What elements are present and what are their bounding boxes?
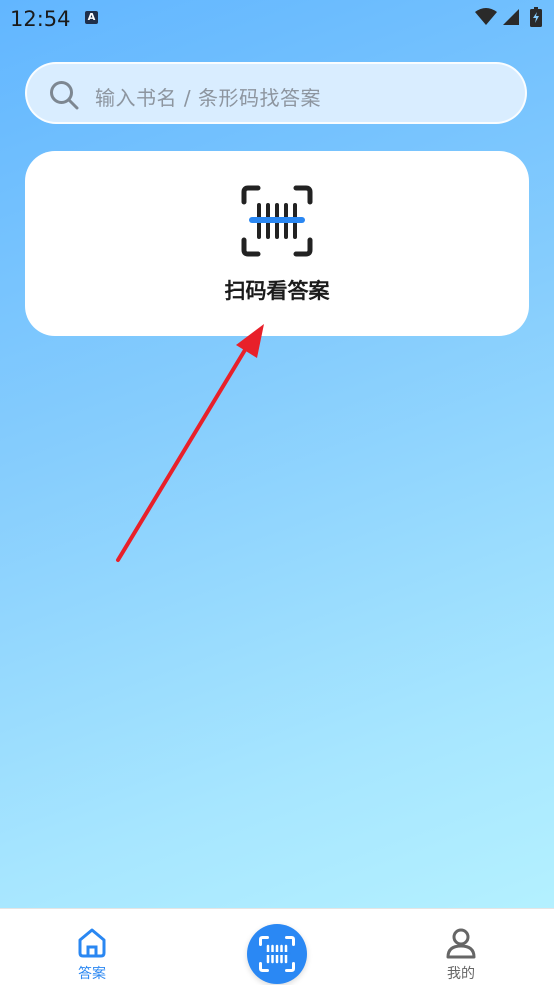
home-icon: [78, 928, 106, 958]
nav-tab-answers[interactable]: 答案: [62, 927, 122, 983]
nav-tab-mine[interactable]: 我的: [431, 927, 491, 983]
user-icon: [446, 928, 476, 959]
annotation-arrow: [116, 324, 264, 562]
nav-tab-answers-label: 答案: [78, 966, 106, 982]
nav-tab-mine-label: 我的: [447, 966, 475, 982]
barcode-scan-icon: [259, 936, 295, 972]
nav-scan-button[interactable]: [247, 924, 307, 984]
bottom-nav: 答案 我的: [0, 908, 554, 985]
